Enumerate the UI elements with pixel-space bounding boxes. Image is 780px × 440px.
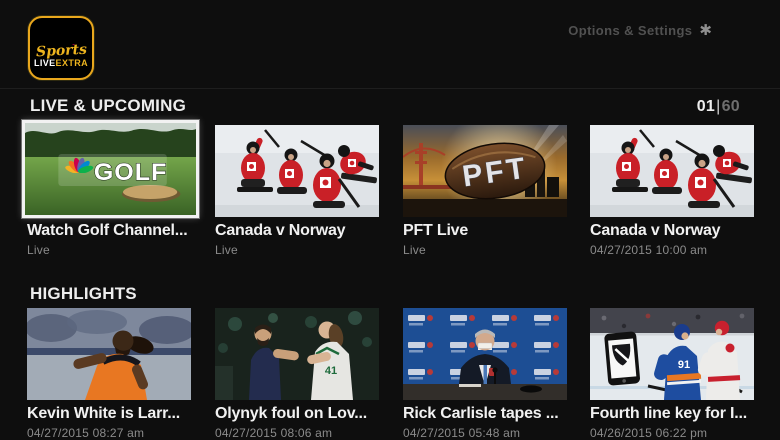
tile-watch-golf-channel[interactable]: GOLF Watch Golf Channel... Live xyxy=(22,120,199,257)
tile-fourth-line[interactable]: 91 Fourth line key for I... 04/26/2015 0… xyxy=(590,308,754,440)
tile-subtitle: Live xyxy=(27,243,199,257)
counter-total: 60 xyxy=(722,98,740,115)
row-position-counter: 01|60 xyxy=(697,98,740,116)
header-divider xyxy=(0,88,780,89)
tile-meta: Fourth line key for I... 04/26/2015 06:2… xyxy=(590,405,754,440)
nhl-game-art: 91 xyxy=(590,308,754,400)
tile-meta: Rick Carlisle tapes ... 04/27/2015 05:48… xyxy=(403,405,567,440)
tile-kevin-white[interactable]: Kevin White is Larr... 04/27/2015 08:27 … xyxy=(27,308,191,440)
tile-subtitle: Live xyxy=(403,243,567,257)
asterisk-icon: ✱ xyxy=(699,23,712,38)
tile-subtitle: 04/27/2015 10:00 am xyxy=(590,243,754,257)
live-upcoming-section-bar: LIVE & UPCOMING 01|60 xyxy=(30,96,740,116)
tile-pft-live[interactable]: PFT PFT Live Live xyxy=(403,125,567,257)
options-settings-label: Options & Settings xyxy=(568,23,692,38)
tile-rick-carlisle[interactable]: Rick Carlisle tapes ... 04/27/2015 05:48… xyxy=(403,308,567,440)
tile-title: Watch Golf Channel... xyxy=(27,222,199,240)
tile-olynyk-foul[interactable]: 41 Olynyk foul on Lov... 04/27/2015 08:0… xyxy=(215,308,379,440)
counter-current: 01 xyxy=(697,98,715,115)
tile-meta: Kevin White is Larr... 04/27/2015 08:27 … xyxy=(27,405,191,440)
jersey-number-41: 41 xyxy=(325,365,337,377)
sledge-hockey-art xyxy=(590,125,754,217)
thumbnail-pft: PFT xyxy=(403,125,567,217)
basketball-art: 41 xyxy=(215,308,379,400)
section-title-highlights: HIGHLIGHTS xyxy=(30,284,137,304)
golf-wordmark: GOLF xyxy=(94,159,168,185)
tile-meta: Olynyk foul on Lov... 04/27/2015 08:06 a… xyxy=(215,405,379,440)
thumbnail-kevin-white xyxy=(27,308,191,400)
tile-title: Kevin White is Larr... xyxy=(27,405,191,423)
nbc-sports-live-extra-logo: Sports LIVEEXTRA xyxy=(28,16,94,80)
tile-meta: Canada v Norway Live xyxy=(215,222,379,257)
tile-meta: Canada v Norway 04/27/2015 10:00 am xyxy=(590,222,754,257)
logo-sports-script: Sports xyxy=(35,43,87,59)
tile-subtitle: Live xyxy=(215,243,379,257)
section-title-live-upcoming: LIVE & UPCOMING xyxy=(30,96,186,116)
sledge-hockey-art xyxy=(215,125,379,217)
tile-meta: PFT Live Live xyxy=(403,222,567,257)
tile-title: Rick Carlisle tapes ... xyxy=(403,405,567,423)
jersey-number-91: 91 xyxy=(678,359,690,371)
tile-title: Canada v Norway xyxy=(215,222,379,240)
pft-football-art: PFT xyxy=(403,125,567,217)
thumbnail-sledge-hockey xyxy=(590,125,754,217)
tile-meta: Watch Golf Channel... Live xyxy=(27,222,199,257)
tile-title: Fourth line key for I... xyxy=(590,405,754,423)
thumbnail-sledge-hockey xyxy=(215,125,379,217)
tile-title: Olynyk foul on Lov... xyxy=(215,405,379,423)
options-settings-button[interactable]: Options & Settings ✱ xyxy=(568,23,712,38)
nhl-app-phone-icon xyxy=(604,331,640,386)
golf-course-art: GOLF xyxy=(25,123,196,215)
tile-canada-v-norway-live[interactable]: Canada v Norway Live xyxy=(215,125,379,257)
tile-title: PFT Live xyxy=(403,222,567,240)
press-conference-art xyxy=(403,308,567,400)
thumbnail-olynyk: 41 xyxy=(215,308,379,400)
tile-title: Canada v Norway xyxy=(590,222,754,240)
thumbnail-golf-channel: GOLF xyxy=(22,120,199,218)
combine-athlete-art xyxy=(27,308,191,400)
highlights-section-bar: HIGHLIGHTS xyxy=(30,284,740,304)
thumbnail-nhl-game: 91 xyxy=(590,308,754,400)
tile-canada-v-norway-upcoming[interactable]: Canada v Norway 04/27/2015 10:00 am xyxy=(590,125,754,257)
thumbnail-press-conference xyxy=(403,308,567,400)
